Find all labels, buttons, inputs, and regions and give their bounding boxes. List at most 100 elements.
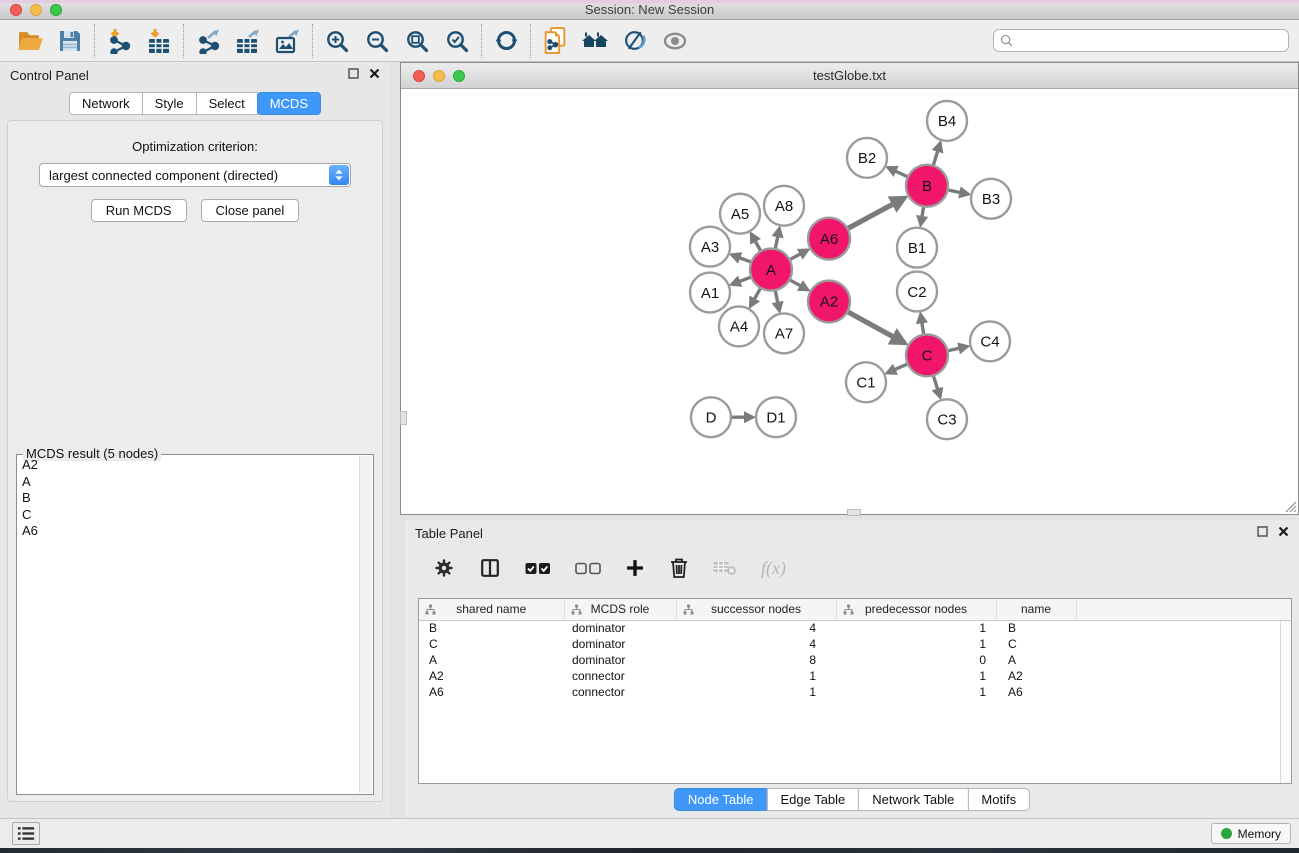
graph-edge-A6-B[interactable] bbox=[848, 198, 904, 228]
table-cell[interactable]: C bbox=[996, 636, 1076, 652]
table-cell[interactable]: dominator bbox=[564, 620, 676, 636]
column-header-mcds-role[interactable]: MCDS role bbox=[564, 599, 676, 620]
graph-node-A5[interactable]: A5 bbox=[720, 194, 760, 234]
new-network-from-selection-button[interactable] bbox=[535, 22, 575, 60]
zoom-fit-button[interactable] bbox=[397, 22, 437, 60]
network-zoom-button[interactable] bbox=[453, 70, 465, 82]
table-cell[interactable]: A2 bbox=[996, 668, 1076, 684]
graph-node-C1[interactable]: C1 bbox=[846, 362, 886, 402]
table-cell[interactable]: B bbox=[996, 620, 1076, 636]
table-cell[interactable]: 1 bbox=[836, 636, 996, 652]
table-row[interactable]: Cdominator41C bbox=[419, 636, 1291, 652]
zoom-out-button[interactable] bbox=[357, 22, 397, 60]
minimize-window-button[interactable] bbox=[30, 4, 42, 16]
graph-node-A[interactable]: A bbox=[750, 249, 792, 291]
graph-edge-C-C1[interactable] bbox=[887, 364, 907, 373]
column-layout-button[interactable] bbox=[479, 557, 501, 579]
graph-edge-B-B1[interactable] bbox=[921, 207, 924, 224]
tab-mcds[interactable]: MCDS bbox=[257, 92, 321, 115]
deselect-all-checkboxes-button[interactable] bbox=[575, 562, 601, 575]
graph-node-B[interactable]: B bbox=[906, 165, 948, 207]
function-builder-button[interactable]: f(x) bbox=[761, 558, 786, 579]
graph-node-A6[interactable]: A6 bbox=[808, 218, 850, 260]
graph-edge-A-A6[interactable] bbox=[790, 250, 807, 259]
table-cell[interactable]: B bbox=[419, 620, 564, 636]
table-cell[interactable]: dominator bbox=[564, 652, 676, 668]
tab-network-table[interactable]: Network Table bbox=[858, 788, 968, 811]
import-table-button[interactable] bbox=[139, 22, 179, 60]
export-network-button[interactable] bbox=[188, 22, 228, 60]
table-row[interactable]: Bdominator41B bbox=[419, 620, 1291, 636]
column-header-name[interactable]: name bbox=[996, 599, 1076, 620]
add-column-button[interactable] bbox=[625, 558, 645, 578]
graph-edge-A-A8[interactable] bbox=[775, 228, 779, 248]
graph-edge-B-B2[interactable] bbox=[888, 168, 907, 177]
table-cell[interactable]: 4 bbox=[676, 636, 836, 652]
graph-node-C2[interactable]: C2 bbox=[897, 272, 937, 312]
graph-node-A7[interactable]: A7 bbox=[764, 313, 804, 353]
network-close-button[interactable] bbox=[413, 70, 425, 82]
graph-edge-B-B4[interactable] bbox=[933, 143, 940, 165]
graph-edge-A-A4[interactable] bbox=[750, 289, 760, 307]
table-scrollbar[interactable] bbox=[1280, 621, 1291, 783]
column-header-shared-name[interactable]: shared name bbox=[419, 599, 564, 620]
canvas-scroll-nub-horizontal[interactable] bbox=[847, 509, 861, 516]
table-cell[interactable]: 1 bbox=[676, 668, 836, 684]
graph-edge-B-B3[interactable] bbox=[949, 190, 969, 194]
tab-node-table[interactable]: Node Table bbox=[674, 788, 768, 811]
close-window-button[interactable] bbox=[10, 4, 22, 16]
mcds-result-scrollbar[interactable] bbox=[359, 456, 372, 793]
run-mcds-button[interactable]: Run MCDS bbox=[91, 199, 187, 222]
graph-node-B3[interactable]: B3 bbox=[971, 179, 1011, 219]
export-table-button[interactable] bbox=[228, 22, 268, 60]
table-cell[interactable]: 1 bbox=[836, 620, 996, 636]
graph-node-D1[interactable]: D1 bbox=[756, 397, 796, 437]
toggle-graphics-details-button[interactable] bbox=[615, 22, 655, 60]
close-panel-icon[interactable] bbox=[369, 68, 380, 79]
graph-node-C[interactable]: C bbox=[906, 334, 948, 376]
table-cell[interactable]: dominator bbox=[564, 636, 676, 652]
close-table-panel-icon[interactable] bbox=[1278, 526, 1289, 537]
tab-motifs[interactable]: Motifs bbox=[967, 788, 1030, 811]
save-session-button[interactable] bbox=[50, 22, 90, 60]
graph-node-B1[interactable]: B1 bbox=[897, 228, 937, 268]
table-row[interactable]: A2connector11A2 bbox=[419, 668, 1291, 684]
delete-table-button[interactable] bbox=[713, 561, 737, 576]
zoom-window-button[interactable] bbox=[50, 4, 62, 16]
graph-node-C4[interactable]: C4 bbox=[970, 321, 1010, 361]
table-row[interactable]: A6connector11A6 bbox=[419, 684, 1291, 700]
graph-node-D[interactable]: D bbox=[691, 397, 731, 437]
graph-node-C3[interactable]: C3 bbox=[927, 399, 967, 439]
node-table[interactable]: shared nameMCDS rolesuccessor nodesprede… bbox=[419, 599, 1291, 700]
table-cell[interactable]: A6 bbox=[419, 684, 564, 700]
mcds-result-item[interactable]: C bbox=[22, 507, 358, 524]
graph-node-A3[interactable]: A3 bbox=[690, 227, 730, 267]
optimization-criterion-select[interactable]: largest connected component (directed) bbox=[39, 163, 351, 187]
tab-style[interactable]: Style bbox=[142, 92, 197, 115]
float-table-panel-icon[interactable] bbox=[1257, 526, 1268, 537]
graph-edge-C-C4[interactable] bbox=[948, 346, 967, 350]
graph-edge-C-C2[interactable] bbox=[921, 314, 924, 333]
table-settings-button[interactable] bbox=[433, 557, 455, 579]
first-neighbors-button[interactable] bbox=[575, 22, 615, 60]
open-session-button[interactable] bbox=[10, 22, 50, 60]
graph-edge-A-A1[interactable] bbox=[732, 277, 751, 284]
graph-edge-A-A2[interactable] bbox=[790, 280, 808, 290]
tab-select[interactable]: Select bbox=[196, 92, 258, 115]
select-all-checkboxes-button[interactable] bbox=[525, 562, 551, 575]
close-panel-button[interactable]: Close panel bbox=[201, 199, 300, 222]
table-row[interactable]: Adominator80A bbox=[419, 652, 1291, 668]
table-cell[interactable]: 1 bbox=[676, 684, 836, 700]
column-header-predecessor-nodes[interactable]: predecessor nodes bbox=[836, 599, 996, 620]
graph-node-A8[interactable]: A8 bbox=[764, 186, 804, 226]
graph-edge-A-A7[interactable] bbox=[775, 291, 779, 311]
table-cell[interactable]: C bbox=[419, 636, 564, 652]
network-window-titlebar[interactable]: testGlobe.txt bbox=[401, 63, 1298, 89]
table-cell[interactable]: connector bbox=[564, 684, 676, 700]
column-header-successor-nodes[interactable]: successor nodes bbox=[676, 599, 836, 620]
graph-edge-C-C3[interactable] bbox=[934, 376, 941, 397]
network-minimize-button[interactable] bbox=[433, 70, 445, 82]
window-resize-grip[interactable] bbox=[1283, 499, 1297, 513]
memory-button[interactable]: Memory bbox=[1211, 823, 1291, 844]
table-cell[interactable]: 1 bbox=[836, 684, 996, 700]
